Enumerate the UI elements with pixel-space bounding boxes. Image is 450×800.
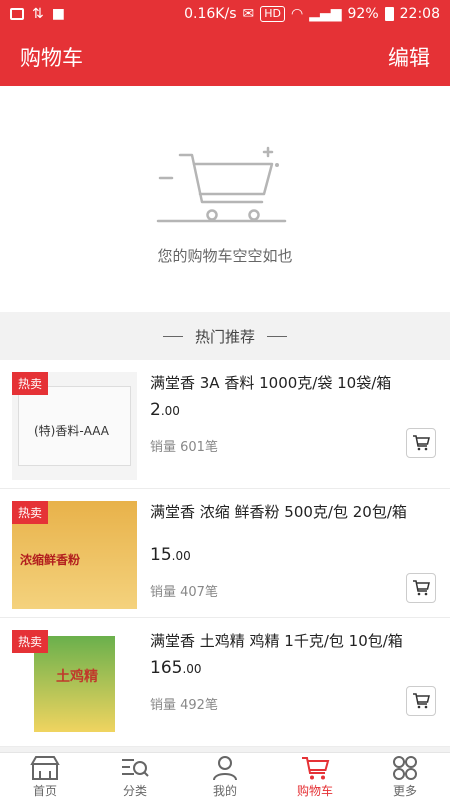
product-name[interactable]: 满堂香 3A 香料 1000克/袋 10袋/箱 [150, 372, 435, 394]
product-item[interactable]: 浓缩鲜香粉 热卖 满堂香 浓缩 鲜香粉 500克/包 20包/箱 15.00 销… [0, 489, 450, 618]
product-image[interactable]: 土鸡精 热卖 [12, 630, 137, 738]
tab-more[interactable]: 更多 [360, 753, 450, 800]
tab-label: 首页 [32, 783, 57, 798]
divider [162, 335, 183, 337]
bottom-tab-bar: 首页 分类 我的 购物车 更多 [0, 752, 450, 800]
page-title: 购物车 [20, 46, 83, 70]
hot-section-title: 热门推荐 [194, 327, 255, 346]
battery-icon [384, 7, 394, 21]
status-bar: ⇅ ■ 0.16K/s ✉ HD ◠ ▂▄▆ 92% 22:08 [0, 0, 450, 28]
hd-badge: HD [260, 6, 285, 22]
empty-cart-icon [156, 146, 287, 223]
clock: 22:08 [399, 6, 440, 22]
product-item[interactable]: 土鸡精 热卖 满堂香 土鸡精 鸡精 1千克/包 10包/箱 165.00 销量 … [0, 618, 450, 747]
tab-cart[interactable]: 购物车 [270, 753, 360, 800]
store-icon [30, 755, 60, 780]
product-sales: 销量 492笔 [150, 698, 218, 713]
product-sales: 销量 407笔 [150, 585, 218, 600]
message-icon: ✉ [242, 6, 255, 22]
grid-icon [393, 755, 417, 780]
divider [267, 335, 287, 337]
tab-home[interactable]: 首页 [0, 753, 90, 800]
tab-label: 分类 [122, 783, 147, 798]
hot-badge: 热卖 [12, 372, 49, 395]
product-price: 165.00 [150, 658, 202, 678]
cart-icon [413, 580, 430, 596]
network-speed: 0.16K/s [184, 6, 237, 22]
add-to-cart-button[interactable] [406, 573, 436, 603]
product-sales: 销量 601笔 [150, 440, 218, 455]
empty-cart-panel: 您的购物车空空如也 [0, 86, 450, 312]
tab-label: 更多 [392, 783, 417, 798]
hot-section-header: 热门推荐 [0, 312, 450, 360]
person-icon [213, 755, 237, 780]
add-to-cart-button[interactable] [406, 428, 436, 458]
tab-label: 我的 [212, 783, 237, 798]
tab-mine[interactable]: 我的 [180, 753, 270, 800]
image-label: 浓缩鲜香粉 [20, 553, 81, 567]
cart-icon [302, 756, 330, 779]
hot-badge: 热卖 [12, 630, 49, 653]
wifi-icon: ◠ [290, 6, 304, 22]
cart-icon [413, 693, 430, 709]
edit-button[interactable]: 编辑 [388, 42, 430, 72]
hot-badge: 热卖 [12, 501, 49, 524]
add-to-cart-button[interactable] [406, 686, 436, 716]
product-list: (特)香料-AAA 热卖 满堂香 3A 香料 1000克/袋 10袋/箱 2.0… [0, 360, 450, 747]
product-image[interactable]: (特)香料-AAA 热卖 [12, 372, 137, 480]
product-price: 2.00 [150, 400, 180, 420]
product-image[interactable]: 浓缩鲜香粉 热卖 [12, 501, 137, 609]
product-item[interactable]: (特)香料-AAA 热卖 满堂香 3A 香料 1000克/袋 10袋/箱 2.0… [0, 360, 450, 489]
category-search-icon [122, 758, 149, 777]
product-name[interactable]: 满堂香 土鸡精 鸡精 1千克/包 10包/箱 [150, 630, 435, 652]
product-name[interactable]: 满堂香 浓缩 鲜香粉 500克/包 20包/箱 [150, 501, 435, 523]
image-notification-icon [10, 8, 24, 20]
tab-category[interactable]: 分类 [90, 753, 180, 800]
product-price: 15.00 [150, 545, 191, 565]
image-label: 土鸡精 [56, 669, 98, 685]
tab-label: 购物车 [296, 783, 333, 798]
image-label: (特)香料-AAA [34, 424, 109, 438]
battery-level: 92% [347, 6, 379, 22]
video-icon: ■ [51, 6, 65, 22]
cart-icon [413, 435, 430, 451]
navbar: 购物车 编辑 [0, 28, 450, 86]
transfer-icon: ⇅ [32, 6, 44, 22]
empty-cart-message: 您的购物车空空如也 [157, 247, 293, 265]
signal-icon: ▂▄▆ [309, 6, 342, 22]
